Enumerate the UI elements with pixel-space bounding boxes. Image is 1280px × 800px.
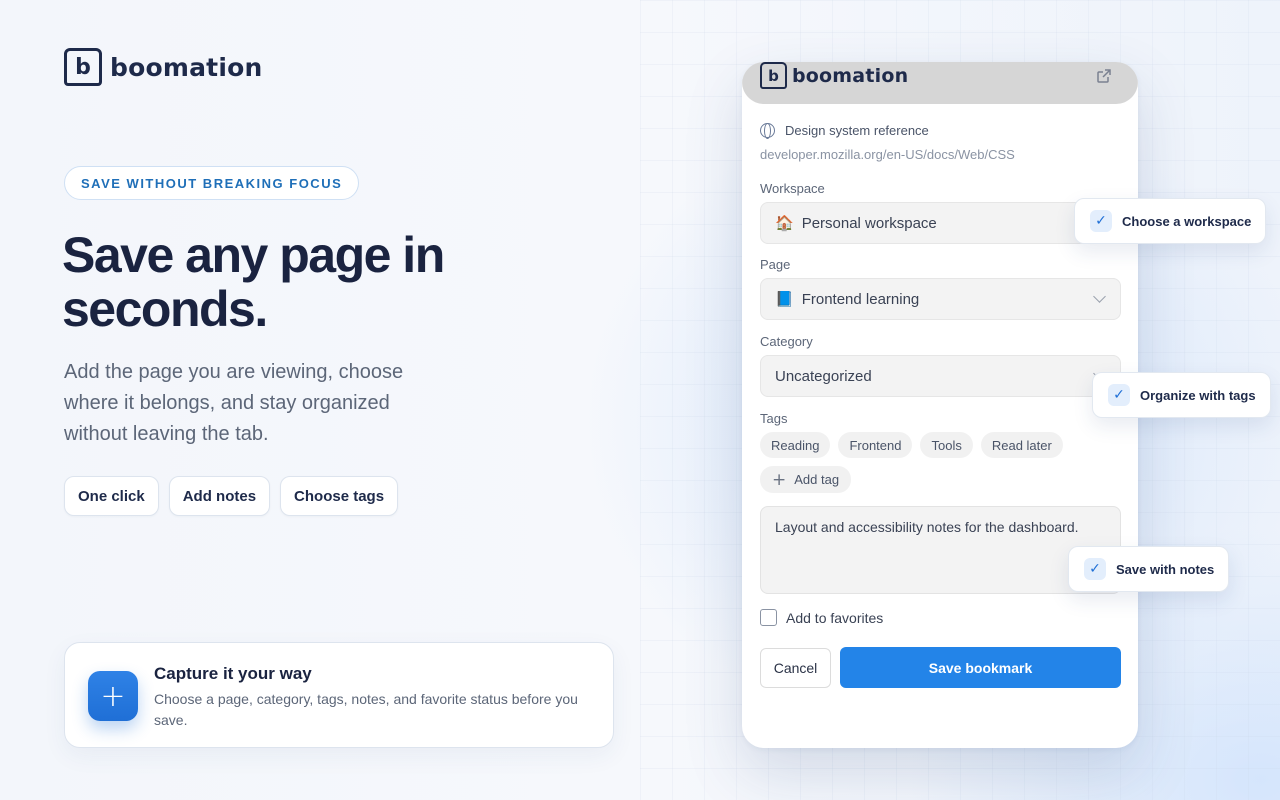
popup-header: b boomation [742,62,1138,104]
callout-organize-tags: ✓ Organize with tags [1092,372,1271,418]
plus-icon: + [88,671,138,721]
tag-chip[interactable]: Frontend [838,432,913,458]
hero-description: Add the page you are viewing, choose whe… [64,361,404,445]
check-icon: ✓ [1108,384,1130,406]
hero-headline: Save any page in seconds. [62,227,445,337]
chip-one-click: One click [64,476,159,516]
cancel-button[interactable]: Cancel [760,648,831,688]
site-title: Design system reference [785,123,929,138]
popup-brand: b boomation [760,62,908,89]
callout-label: Save with notes [1116,561,1215,577]
callout-save-notes: ✓ Save with notes [1068,546,1230,592]
tag-chip[interactable]: Reading [760,432,831,458]
brand-mark-icon: b [64,48,102,86]
callout-choose-workspace: ✓ Choose a workspace [1074,198,1267,244]
page-select[interactable]: 📘 Frontend learning [760,278,1121,320]
site-info: Design system reference [760,123,929,139]
capture-card: + Capture it your way Choose a page, cat… [64,642,614,748]
callout-label: Choose a workspace [1122,213,1252,229]
tag-chip[interactable]: Read later [980,432,1063,458]
workspace-select[interactable]: 🏠 Personal workspace [760,202,1121,244]
tag-chip[interactable]: Tools [920,432,973,458]
book-icon: 📘 [775,291,794,308]
brand-logo[interactable]: b boomation [64,48,262,86]
page-label: Page [760,257,791,272]
favorites-option[interactable]: Add to favorites [760,609,883,626]
tags-label: Tags [760,411,788,426]
capture-card-title: Capture it your way [154,664,312,683]
tag-list: Reading Frontend Tools Read later [760,432,1063,458]
workspace-label: Workspace [760,181,825,196]
extension-popup: b boomation Design system reference deve… [742,62,1138,748]
check-icon: ✓ [1090,210,1112,232]
category-select[interactable]: Uncategorized [760,355,1121,397]
category-value: Uncategorized [775,367,872,385]
capture-card-description: Choose a page, category, tags, notes, an… [154,691,578,728]
callout-label: Organize with tags [1140,387,1256,403]
chip-add-notes: Add notes [168,476,271,516]
house-icon: 🏠 [775,215,794,232]
workspace-value: Personal workspace [801,214,937,232]
chevron-down-icon [1093,290,1106,303]
check-icon: ✓ [1084,558,1106,580]
plus-icon: + [772,469,787,490]
favorites-label: Add to favorites [786,609,884,626]
chip-choose-tags: Choose tags [280,476,399,516]
eyebrow-badge: SAVE WITHOUT BREAKING FOCUS [64,166,360,200]
globe-icon [760,123,775,139]
page-value: Frontend learning [801,290,920,308]
category-label: Category [760,334,813,349]
save-bookmark-button[interactable]: Save bookmark [840,647,1121,688]
external-link-icon[interactable] [1096,68,1112,84]
popup-brand-mark-icon: b [760,62,787,89]
feature-chips: One click Add notes Choose tags [64,476,399,516]
popup-brand-name: boomation [792,64,909,87]
brand-name: boomation [110,52,263,82]
notes-textarea[interactable]: Layout and accessibility notes for the d… [760,506,1121,594]
site-url: developer.mozilla.org/en-US/docs/Web/CSS [760,147,1015,162]
favorites-checkbox[interactable] [760,609,777,626]
add-tag-label: Add tag [794,472,840,487]
add-tag-button[interactable]: + Add tag [760,466,852,493]
